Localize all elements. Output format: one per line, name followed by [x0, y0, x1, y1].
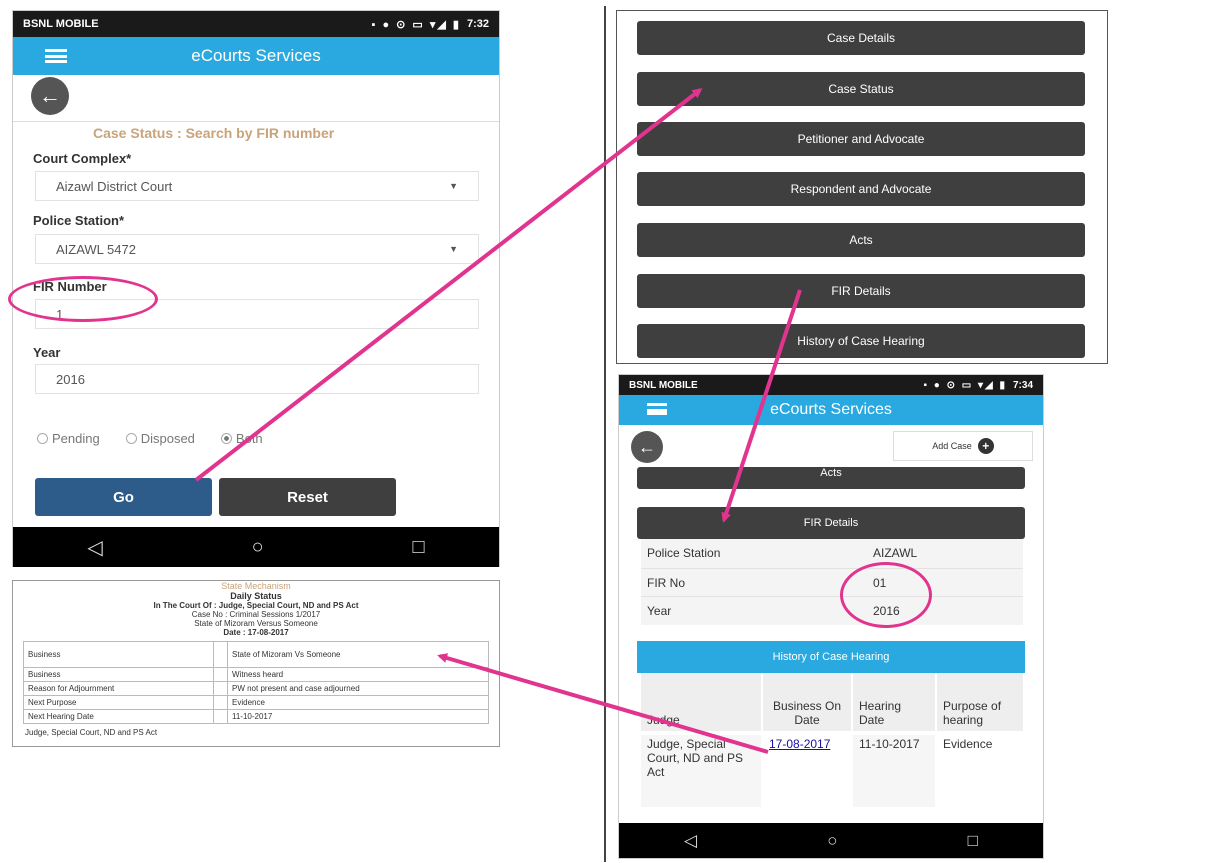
arrow-date-to-document — [437, 653, 769, 754]
arrow-go-to-case-status — [194, 88, 703, 482]
annotation-arrows — [194, 88, 802, 754]
arrow-fir-details-to-phone — [721, 289, 802, 523]
